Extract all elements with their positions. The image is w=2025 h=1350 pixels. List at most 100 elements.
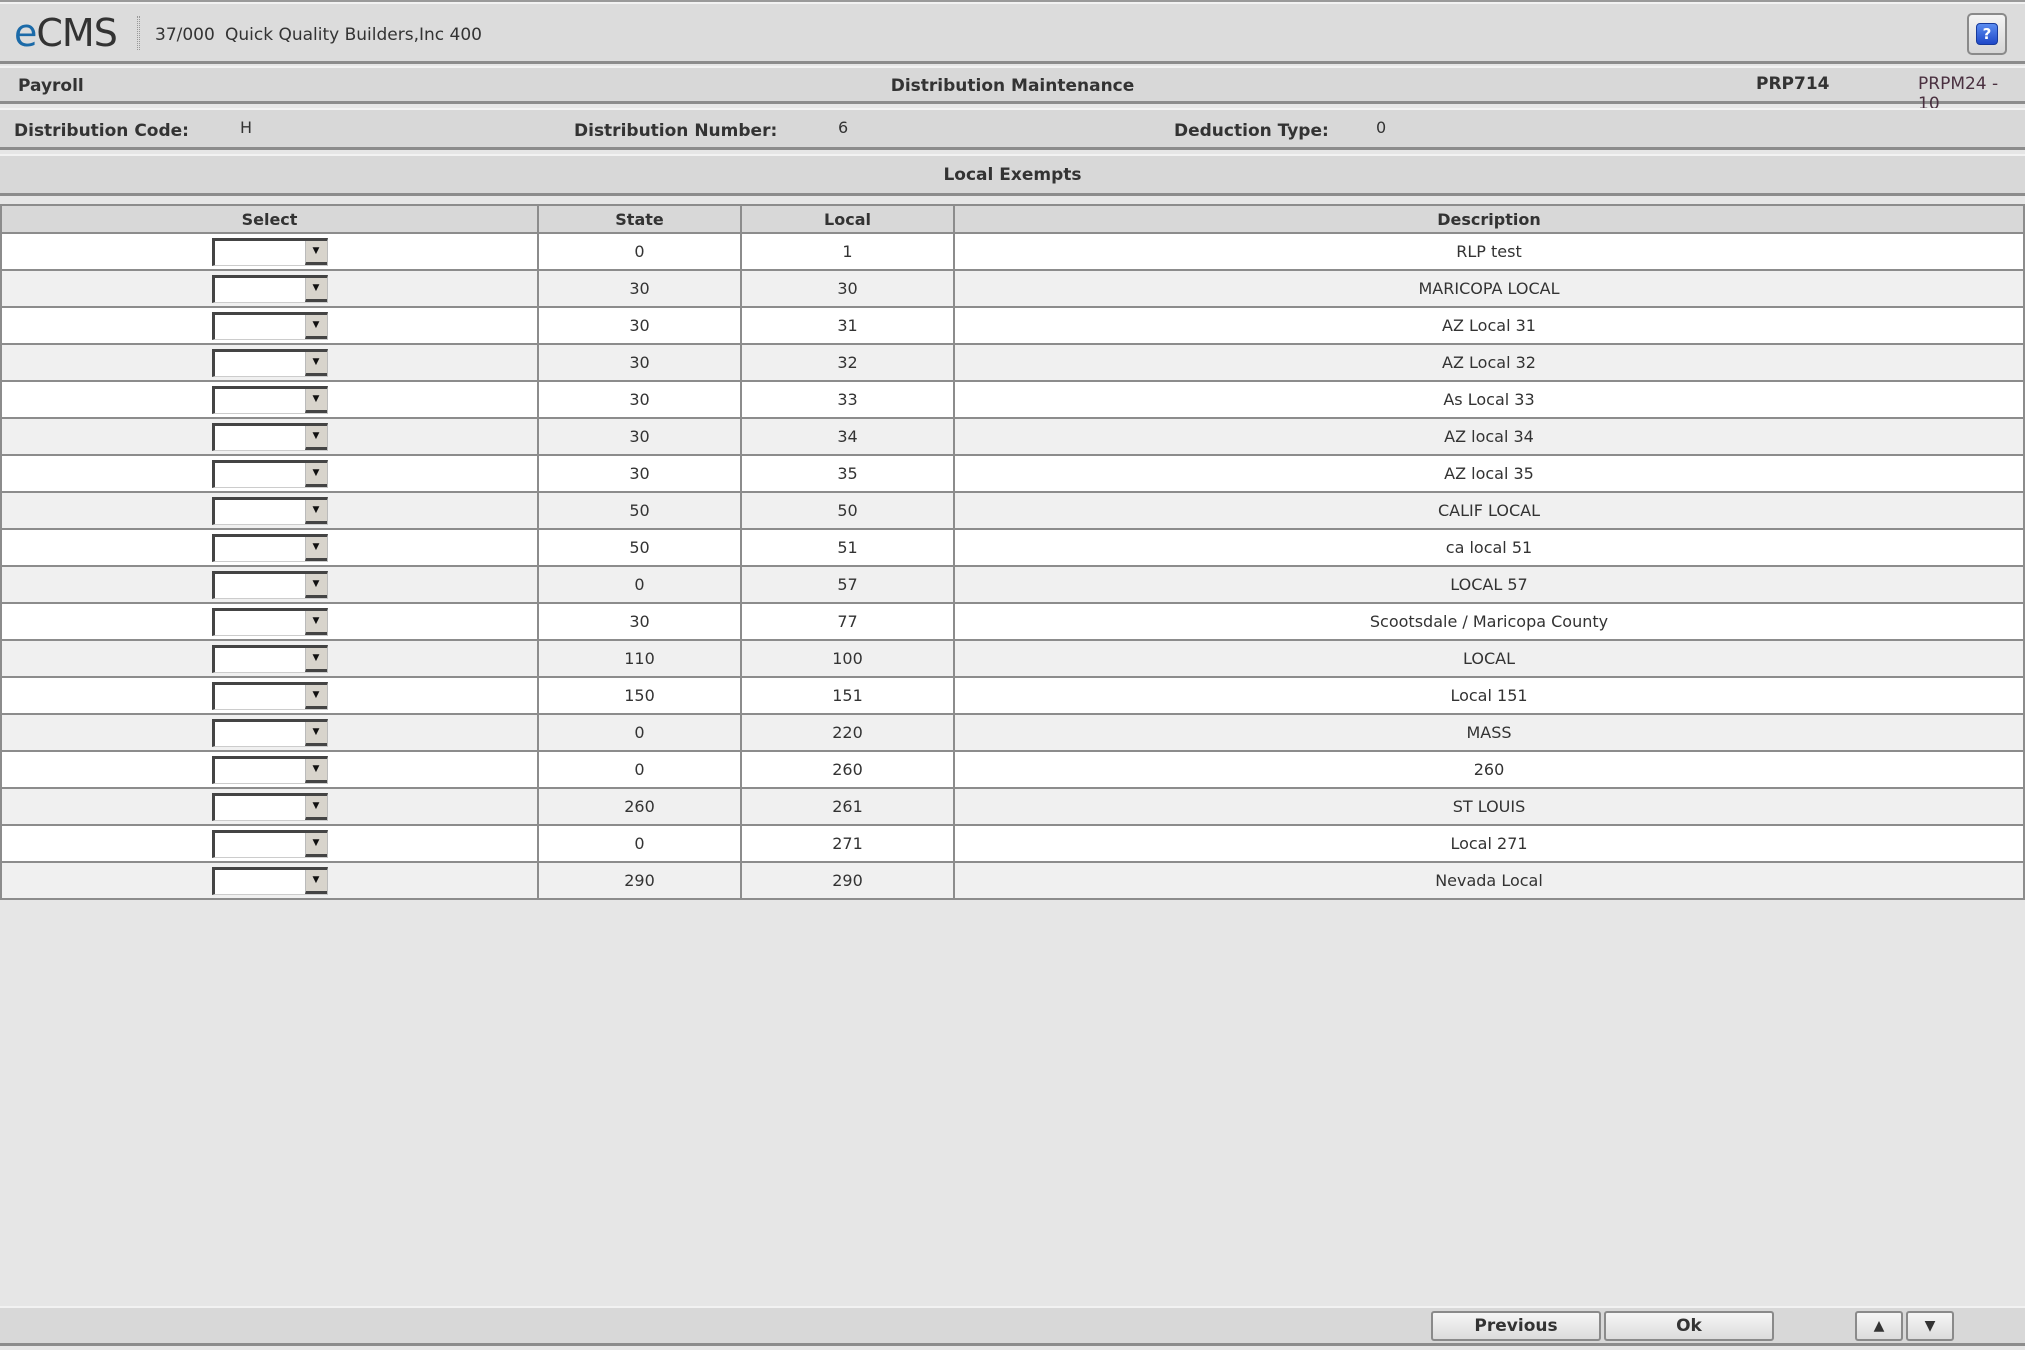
local-cell: 33 [740, 380, 955, 419]
chevron-down-icon[interactable]: ▼ [304, 388, 327, 413]
local-cell: 1 [740, 232, 955, 271]
select-dropdown[interactable]: ▼ [211, 570, 328, 599]
ok-button[interactable]: Ok [1604, 1311, 1774, 1341]
select-dropdown[interactable]: ▼ [211, 866, 328, 895]
select-cell: ▼ [0, 676, 539, 715]
select-dropdown[interactable]: ▼ [211, 829, 328, 858]
select-cell: ▼ [0, 565, 539, 604]
chevron-down-icon[interactable]: ▼ [304, 573, 327, 598]
table-row: ▼ 30 35 AZ local 35 [0, 454, 2025, 493]
select-dropdown[interactable]: ▼ [211, 274, 328, 303]
table-row: ▼ 0 1 RLP test [0, 232, 2025, 271]
select-cell: ▼ [0, 491, 539, 530]
select-value [215, 426, 305, 450]
local-cell: 261 [740, 787, 955, 826]
chevron-down-icon[interactable]: ▼ [304, 647, 327, 672]
description-cell: MASS [953, 713, 2025, 752]
select-dropdown[interactable]: ▼ [211, 311, 328, 340]
description-cell: As Local 33 [953, 380, 2025, 419]
chevron-down-icon[interactable]: ▼ [304, 610, 327, 635]
select-dropdown[interactable]: ▼ [211, 533, 328, 562]
chevron-down-icon[interactable]: ▼ [304, 721, 327, 746]
table-row: ▼ 50 50 CALIF LOCAL [0, 491, 2025, 530]
chevron-down-icon[interactable]: ▼ [304, 795, 327, 820]
local-cell: 51 [740, 528, 955, 567]
select-value [215, 870, 305, 894]
local-cell: 151 [740, 676, 955, 715]
select-value [215, 611, 305, 635]
chevron-down-icon[interactable]: ▼ [304, 758, 327, 783]
previous-button[interactable]: Previous [1431, 1311, 1601, 1341]
select-dropdown[interactable]: ▼ [211, 644, 328, 673]
state-cell: 30 [537, 343, 742, 382]
state-cell: 110 [537, 639, 742, 678]
header-divider [137, 16, 140, 50]
select-dropdown[interactable]: ▼ [211, 237, 328, 266]
select-dropdown[interactable]: ▼ [211, 422, 328, 451]
local-cell: 271 [740, 824, 955, 863]
description-cell: AZ local 35 [953, 454, 2025, 493]
select-cell: ▼ [0, 861, 539, 900]
local-cell: 290 [740, 861, 955, 900]
select-value [215, 722, 305, 746]
select-value [215, 241, 305, 265]
select-dropdown[interactable]: ▼ [211, 718, 328, 747]
select-dropdown[interactable]: ▼ [211, 755, 328, 784]
select-value [215, 463, 305, 487]
column-header-description: Description [953, 204, 2025, 234]
local-cell: 220 [740, 713, 955, 752]
program-id: PRP714 [1756, 74, 1830, 94]
table-row: ▼ 0 220 MASS [0, 713, 2025, 752]
arrow-down-icon: ▼ [1924, 1318, 1936, 1334]
chevron-down-icon[interactable]: ▼ [304, 832, 327, 857]
description-cell: Scootsdale / Maricopa County [953, 602, 2025, 641]
description-cell: Local 151 [953, 676, 2025, 715]
chevron-down-icon[interactable]: ▼ [304, 499, 327, 524]
select-dropdown[interactable]: ▼ [211, 792, 328, 821]
chevron-down-icon[interactable]: ▼ [304, 351, 327, 376]
select-cell: ▼ [0, 528, 539, 567]
select-value [215, 278, 305, 302]
local-cell: 32 [740, 343, 955, 382]
distribution-code-label: Distribution Code: [14, 121, 189, 141]
state-cell: 0 [537, 824, 742, 863]
ecms-logo: eCMS [14, 11, 118, 55]
local-cell: 50 [740, 491, 955, 530]
help-button[interactable]: ? [1967, 13, 2007, 55]
select-value [215, 315, 305, 339]
local-exempts-table: Select State Local Description ▼ 0 1 RLP te… [0, 204, 2025, 900]
select-dropdown[interactable]: ▼ [211, 496, 328, 525]
description-cell: CALIF LOCAL [953, 491, 2025, 530]
select-cell: ▼ [0, 306, 539, 345]
select-value [215, 500, 305, 524]
chevron-down-icon[interactable]: ▼ [304, 684, 327, 709]
description-cell: AZ local 34 [953, 417, 2025, 456]
state-cell: 50 [537, 491, 742, 530]
page-down-button[interactable]: ▼ [1906, 1311, 1954, 1341]
column-header-local: Local [740, 204, 955, 234]
chevron-down-icon[interactable]: ▼ [304, 462, 327, 487]
local-cell: 31 [740, 306, 955, 345]
state-cell: 30 [537, 454, 742, 493]
column-header-select: Select [0, 204, 539, 234]
state-cell: 30 [537, 602, 742, 641]
chevron-down-icon[interactable]: ▼ [304, 277, 327, 302]
select-cell: ▼ [0, 713, 539, 752]
chevron-down-icon[interactable]: ▼ [304, 869, 327, 894]
select-dropdown[interactable]: ▼ [211, 348, 328, 377]
section-title: Local Exempts [943, 165, 1082, 185]
chevron-down-icon[interactable]: ▼ [304, 425, 327, 450]
select-dropdown[interactable]: ▼ [211, 385, 328, 414]
select-dropdown[interactable]: ▼ [211, 681, 328, 710]
select-cell: ▼ [0, 232, 539, 271]
select-dropdown[interactable]: ▼ [211, 607, 328, 636]
chevron-down-icon[interactable]: ▼ [304, 314, 327, 339]
chevron-down-icon[interactable]: ▼ [304, 240, 327, 265]
select-dropdown[interactable]: ▼ [211, 459, 328, 488]
table-row: ▼ 30 32 AZ Local 32 [0, 343, 2025, 382]
select-value [215, 685, 305, 709]
description-cell: ca local 51 [953, 528, 2025, 567]
deduction-type-value: 0 [1376, 118, 1387, 137]
chevron-down-icon[interactable]: ▼ [304, 536, 327, 561]
page-up-button[interactable]: ▲ [1855, 1311, 1903, 1341]
